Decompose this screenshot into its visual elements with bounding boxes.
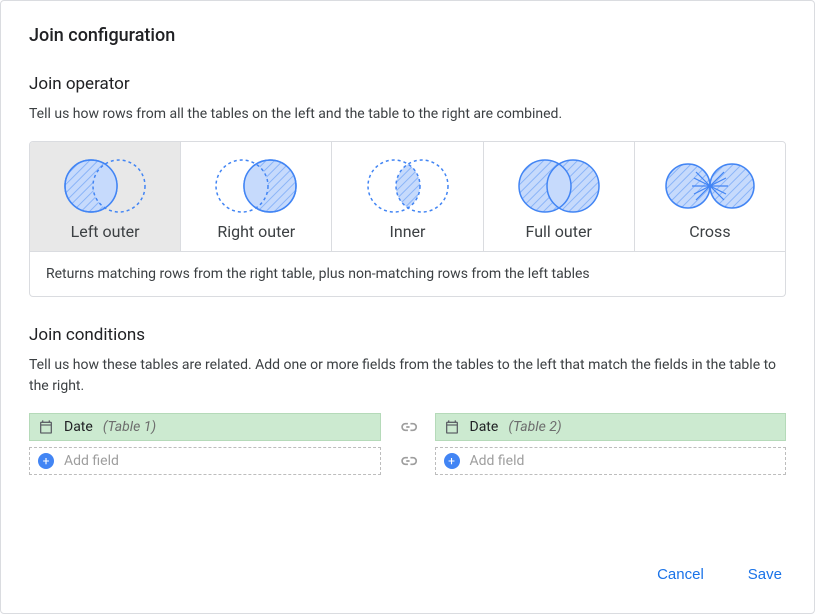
add-field-label: Add field [470,453,525,469]
conditions-section-description: Tell us how these tables are related. Ad… [29,355,786,397]
operator-cross[interactable]: Cross [635,142,785,251]
field-source: (Table 1) [103,419,156,435]
condition-right-field[interactable]: Date (Table 2) [435,413,787,441]
operator-section-description: Tell us how rows from all the tables on … [29,104,786,125]
link-icon [397,451,419,471]
condition-add-row: + Add field + Add field [29,447,786,475]
field-source: (Table 2) [508,419,561,435]
add-right-field-button[interactable]: + Add field [435,447,787,475]
operator-label: Left outer [71,222,140,241]
field-name: Date [64,419,93,435]
venn-left-outer-icon [51,156,159,216]
conditions-list: Date (Table 1) Date (Table 2) + Add fiel… [29,413,786,475]
venn-inner-icon [354,156,462,216]
plus-icon: + [38,453,54,469]
venn-cross-icon [656,156,764,216]
operator-section-title: Join operator [29,74,786,94]
calendar-icon [38,419,54,435]
save-button[interactable]: Save [744,560,786,589]
dialog-title: Join configuration [29,25,786,46]
condition-row: Date (Table 1) Date (Table 2) [29,413,786,441]
operator-label: Inner [390,222,426,241]
operator-inner[interactable]: Inner [332,142,483,251]
operator-full-outer[interactable]: Full outer [484,142,635,251]
operator-right-outer[interactable]: Right outer [181,142,332,251]
link-icon [397,417,419,437]
add-left-field-button[interactable]: + Add field [29,447,381,475]
conditions-section-title: Join conditions [29,325,786,345]
calendar-icon [444,419,460,435]
operator-selected-description: Returns matching rows from the right tab… [29,252,786,297]
venn-right-outer-icon [202,156,310,216]
cancel-button[interactable]: Cancel [653,560,708,589]
operator-label: Right outer [217,222,295,241]
condition-left-field[interactable]: Date (Table 1) [29,413,381,441]
operator-label: Cross [689,222,730,241]
venn-full-outer-icon [505,156,613,216]
join-configuration-dialog: Join configuration Join operator Tell us… [0,0,815,614]
dialog-actions: Cancel Save [29,540,786,589]
operator-left-outer[interactable]: Left outer [30,142,181,251]
field-name: Date [470,419,499,435]
operator-options: Left outer Right outer [29,141,786,252]
plus-icon: + [444,453,460,469]
operator-label: Full outer [526,222,592,241]
add-field-label: Add field [64,453,119,469]
